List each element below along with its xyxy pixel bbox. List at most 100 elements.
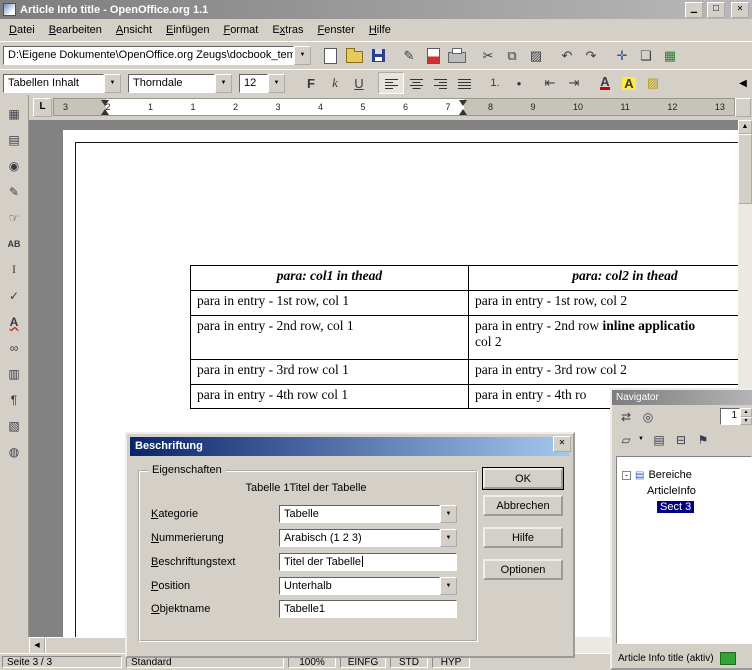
decrease-indent-icon[interactable]: ⇤ — [538, 73, 562, 93]
bullets-icon[interactable]: • — [507, 73, 531, 93]
paragraph-style-dropdown-button[interactable] — [104, 74, 121, 93]
page-number-spinner[interactable]: 1 — [720, 408, 752, 425]
maximize-button[interactable] — [707, 2, 725, 18]
undo-icon[interactable]: ↶ — [555, 46, 579, 66]
numbering-combobox[interactable]: Arabisch (1 2 3) — [279, 529, 457, 547]
align-left-icon[interactable] — [378, 72, 404, 94]
dialog-title-bar[interactable]: Beschriftung — [130, 437, 570, 456]
save-icon[interactable] — [366, 46, 390, 66]
italic-button[interactable]: k — [323, 73, 347, 93]
menu-bearbeiten[interactable]: Bearbeiten — [42, 21, 109, 39]
find-replace-icon[interactable]: ∞ — [2, 337, 26, 358]
nonprinting-chars-icon[interactable]: ¶ — [2, 389, 26, 410]
data-sources-icon[interactable]: ▥ — [2, 363, 26, 384]
export-pdf-icon[interactable] — [421, 46, 445, 66]
navigator-title-bar[interactable]: Navigator — [612, 390, 752, 405]
list-box-icon[interactable]: ▤ — [649, 430, 669, 449]
menu-fenster[interactable]: Fenster — [311, 21, 362, 39]
align-right-icon[interactable] — [428, 73, 452, 93]
cut-icon[interactable]: ✂ — [476, 46, 500, 66]
graphics-onoff-icon[interactable]: ▧ — [2, 415, 26, 436]
menu-datei[interactable]: Datei — [2, 21, 42, 39]
align-justify-icon[interactable] — [452, 73, 476, 93]
paste-icon[interactable]: ▨ — [524, 46, 548, 66]
object-name-value[interactable]: Tabelle1 — [279, 600, 457, 618]
drag-mode-dropdown-icon[interactable] — [638, 430, 647, 449]
gallery-icon[interactable]: ▦ — [658, 46, 682, 66]
autospellcheck-icon[interactable]: A — [2, 311, 26, 332]
url-combobox[interactable]: D:\Eigene Dokumente\OpenOffice.org Zeugs… — [3, 46, 311, 65]
category-dropdown-button[interactable] — [440, 505, 457, 523]
font-name-combobox[interactable]: Thorndale — [128, 74, 232, 93]
numbering-value[interactable]: Arabisch (1 2 3) — [279, 529, 440, 547]
object-name-input[interactable]: Tabelle1 — [279, 600, 457, 618]
direct-cursor-icon[interactable]: I — [2, 259, 26, 280]
increase-indent-icon[interactable]: ⇥ — [562, 73, 586, 93]
font-color-icon[interactable]: A — [593, 73, 617, 93]
edit-file-icon[interactable]: ✎ — [397, 46, 421, 66]
menu-extras[interactable]: Extras — [265, 21, 310, 39]
stylist-icon[interactable]: ❏ — [634, 46, 658, 66]
scroll-left-icon[interactable] — [29, 637, 45, 654]
navigation-icon[interactable]: ◎ — [638, 407, 658, 426]
table-cell[interactable]: para in entry - 4th row col 1 — [191, 385, 469, 409]
menu-hilfe[interactable]: Hilfe — [362, 21, 398, 39]
tree-item-sect3[interactable]: Sect 3 — [617, 499, 751, 515]
table-header-cell[interactable]: para: col1 in thead — [191, 266, 469, 291]
indent-marker[interactable] — [101, 100, 110, 115]
tree-item-bereiche[interactable]: ▤ Bereiche — [617, 467, 751, 483]
underline-button[interactable]: U — [347, 73, 371, 93]
font-size-combobox[interactable]: 12 — [239, 74, 285, 93]
tab-type-selector[interactable]: L — [33, 98, 52, 117]
url-field[interactable]: D:\Eigene Dokumente\OpenOffice.org Zeugs… — [3, 46, 294, 65]
position-combobox[interactable]: Unterhalb — [279, 577, 457, 595]
redo-icon[interactable]: ↷ — [579, 46, 603, 66]
insert-fields-icon[interactable]: ▤ — [2, 129, 26, 150]
collapse-icon[interactable] — [622, 471, 631, 480]
new-document-icon[interactable] — [318, 46, 342, 66]
caption-text-value[interactable]: Titel der Tabelle — [284, 556, 361, 568]
copy-icon[interactable]: ⧉ — [500, 46, 524, 66]
minimize-button[interactable] — [685, 2, 703, 18]
numbering-icon[interactable]: 1. — [483, 73, 507, 93]
scroll-up-icon[interactable] — [738, 120, 752, 134]
menu-ansicht[interactable]: Ansicht — [109, 21, 159, 39]
spin-up-icon[interactable] — [740, 408, 752, 417]
print-icon[interactable] — [445, 46, 469, 66]
vertical-scroll-thumb[interactable] — [738, 134, 752, 204]
table-cell[interactable]: para in entry - 2nd row, col 1 — [191, 316, 469, 360]
reminder-icon[interactable]: ⚑ — [693, 430, 713, 449]
indent-marker[interactable] — [459, 100, 468, 115]
position-value[interactable]: Unterhalb — [279, 577, 440, 595]
position-dropdown-button[interactable] — [440, 577, 457, 595]
background-color-icon[interactable]: ▨ — [641, 73, 665, 93]
url-dropdown-button[interactable] — [294, 46, 311, 65]
open-icon[interactable] — [342, 46, 366, 66]
table-cell[interactable]: para in entry - 3rd row col 2 — [469, 360, 739, 385]
toggle-icon[interactable]: ⇄ — [616, 407, 636, 426]
menu-einfuegen[interactable]: Einfügen — [159, 21, 216, 39]
highlight-icon[interactable]: A — [617, 73, 641, 93]
drag-mode-icon[interactable]: ▱ — [616, 430, 636, 449]
font-name-dropdown-button[interactable] — [215, 74, 232, 93]
insert-table-icon[interactable]: ▦ — [2, 103, 26, 124]
caption-text-input[interactable]: Titel der Tabelle — [279, 553, 457, 571]
table-cell[interactable]: para in entry - 1st row, col 2 — [469, 291, 739, 316]
paragraph-style-value[interactable]: Tabellen Inhalt — [3, 74, 104, 93]
active-document-label[interactable]: Article Info title (aktiv) — [618, 653, 714, 664]
cancel-button[interactable]: Abbrechen — [483, 495, 563, 516]
page-number-value[interactable]: 1 — [720, 408, 740, 425]
table-cell[interactable]: para in entry - 2nd row inline applicati… — [469, 316, 739, 360]
close-button[interactable] — [731, 2, 749, 18]
table-cell[interactable]: para in entry - 3rd row col 1 — [191, 360, 469, 385]
selected-tree-item[interactable]: Sect 3 — [657, 501, 694, 513]
bold-button[interactable]: F — [299, 73, 323, 93]
content-view-icon[interactable]: ⊟ — [671, 430, 691, 449]
dialog-close-icon[interactable] — [553, 436, 571, 452]
table-cell[interactable]: para in entry - 1st row, col 1 — [191, 291, 469, 316]
align-center-icon[interactable] — [404, 73, 428, 93]
ok-button[interactable]: OK — [483, 468, 563, 489]
category-combobox[interactable]: Tabelle — [279, 505, 457, 523]
menu-format[interactable]: Format — [216, 21, 265, 39]
horizontal-ruler[interactable]: 32112345678910111213 — [53, 98, 735, 116]
